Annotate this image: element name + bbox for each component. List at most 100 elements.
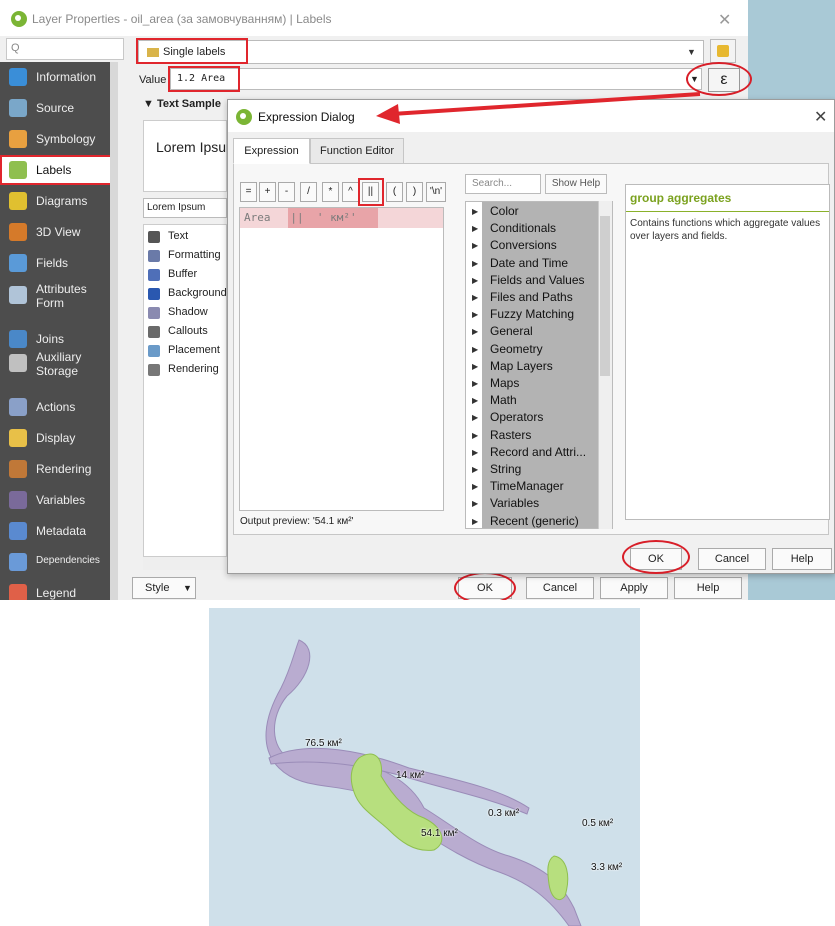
map-features	[265, 639, 582, 926]
storage-icon	[9, 354, 27, 372]
function-group-label: Fields and Values	[490, 272, 585, 287]
expand-arrow-icon[interactable]: ▶	[472, 241, 478, 250]
search-input[interactable]: Q	[6, 38, 124, 60]
horizontal-scrollbar[interactable]	[143, 556, 227, 570]
code-literal: ' км²'	[316, 211, 357, 224]
show-help-button[interactable]: Show Help	[545, 174, 607, 194]
sidebar-item-auxiliary-storage[interactable]: Auxiliary Storage	[0, 348, 118, 384]
sidebar-item-attributes-form[interactable]: Attributes Form	[0, 280, 118, 316]
expand-arrow-icon[interactable]: ▶	[472, 465, 478, 474]
variables-icon	[9, 491, 27, 509]
map-canvas[interactable]: 76.5 км² 14 км² 0.3 км² 0.5 км² 54.1 км²…	[209, 608, 640, 926]
sidebar-item-information[interactable]: Information	[0, 62, 118, 92]
expand-arrow-icon[interactable]: ▶	[472, 345, 478, 354]
expression-editor[interactable]: Area || ' км²'	[239, 207, 444, 511]
highlight-box	[136, 38, 248, 64]
sidebar-item-label: Dependencies	[36, 555, 100, 566]
arrow-head	[376, 104, 400, 124]
expand-arrow-icon[interactable]: ▶	[472, 448, 478, 457]
map-label: 0.5 км²	[582, 818, 614, 829]
cancel-button[interactable]: Cancel	[698, 548, 766, 570]
function-search-input[interactable]: Search...	[465, 174, 541, 194]
sidebar-item-symbology[interactable]: Symbology	[0, 124, 118, 154]
sidebar-item-actions[interactable]: Actions	[0, 392, 118, 422]
expand-arrow-icon[interactable]: ▶	[472, 310, 478, 319]
operator-multiply-button[interactable]: *	[322, 182, 339, 202]
symbology-icon	[9, 130, 27, 148]
diagrams-icon	[9, 192, 27, 210]
sidebar-item-label: Joins	[36, 332, 65, 346]
operator-divide-button[interactable]: /	[300, 182, 317, 202]
cube-icon	[9, 223, 27, 241]
code-operator: ||	[290, 211, 304, 224]
buffer-icon	[148, 269, 160, 281]
function-group-label: Variables	[490, 496, 540, 511]
sidebar-item-dependencies[interactable]: Dependencies	[0, 547, 118, 577]
function-group-label: Recent (generic)	[490, 513, 579, 528]
expand-arrow-icon[interactable]: ▶	[472, 517, 478, 526]
expand-arrow-icon[interactable]: ▶	[472, 362, 478, 371]
operator-newline-button[interactable]: '\n'	[426, 182, 446, 202]
operator-power-button[interactable]: ^	[342, 182, 359, 202]
expand-arrow-icon[interactable]: ▶	[472, 482, 478, 491]
sidebar-item-legend[interactable]: Legend	[0, 578, 118, 600]
text-sample-header[interactable]: ▼ Text Sample	[143, 98, 221, 110]
close-icon[interactable]: ✕	[718, 10, 731, 30]
operator-equals-button[interactable]: =	[240, 182, 257, 202]
sidebar-item-source[interactable]: Source	[0, 93, 118, 123]
sidebar-item-metadata[interactable]: Metadata	[0, 516, 118, 546]
settings-item-label: Callouts	[168, 325, 208, 337]
function-group-label: Math	[490, 393, 517, 408]
sidebar-item-fields[interactable]: Fields	[0, 248, 118, 278]
map-label: 76.5 км²	[305, 738, 342, 749]
help-divider	[626, 211, 829, 212]
expand-arrow-icon[interactable]: ▶	[472, 413, 478, 422]
style-button-label: Style	[145, 582, 170, 594]
background-icon	[148, 288, 160, 300]
window-titlebar: Layer Properties - oil_area (за замовчув…	[0, 0, 748, 36]
function-group-label: Conditionals	[490, 221, 557, 236]
operator-open-paren-button[interactable]: (	[386, 182, 403, 202]
apply-button[interactable]: Apply	[600, 577, 668, 599]
sidebar-item-rendering[interactable]: Rendering	[0, 454, 118, 484]
expand-arrow-icon[interactable]: ▶	[472, 293, 478, 302]
operator-plus-button[interactable]: +	[259, 182, 276, 202]
expand-arrow-icon[interactable]: ▶	[472, 431, 478, 440]
sidebar-item-diagrams[interactable]: Diagrams	[0, 186, 118, 216]
expand-arrow-icon[interactable]: ▶	[472, 499, 478, 508]
callouts-icon	[148, 326, 160, 338]
sidebar-item-display[interactable]: Display	[0, 423, 118, 453]
tab-expression[interactable]: Expression	[233, 138, 310, 164]
settings-item-label: Buffer	[168, 268, 198, 280]
tab-function-editor[interactable]: Function Editor	[310, 138, 404, 164]
sample-text-input[interactable]: Lorem Ipsum	[143, 198, 227, 218]
chevron-down-icon: ▼	[687, 47, 696, 57]
cancel-button[interactable]: Cancel	[526, 577, 594, 599]
style-dropdown-button[interactable]: Style ▼	[132, 577, 196, 599]
operator-close-paren-button[interactable]: )	[406, 182, 423, 202]
operator-minus-button[interactable]: -	[278, 182, 295, 202]
close-icon[interactable]: ✕	[814, 107, 827, 127]
sidebar: Information Source Symbology Labels Diagrams…	[0, 62, 118, 600]
help-button[interactable]: Help	[772, 548, 832, 570]
expand-arrow-icon[interactable]: ▶	[472, 396, 478, 405]
expand-arrow-icon[interactable]: ▶	[472, 379, 478, 388]
scrollbar-thumb[interactable]	[600, 216, 610, 376]
expand-arrow-icon[interactable]: ▶	[472, 207, 478, 216]
help-button[interactable]: Help	[674, 577, 742, 599]
text-sample-preview: Lorem Ipsum	[143, 120, 238, 192]
expand-arrow-icon[interactable]: ▶	[472, 224, 478, 233]
dialog-title: Expression Dialog	[258, 110, 355, 124]
expand-arrow-icon[interactable]: ▶	[472, 259, 478, 268]
function-search-placeholder: Search...	[472, 178, 513, 189]
sidebar-item-labels[interactable]: Labels	[0, 155, 118, 185]
sidebar-item-label: Attributes Form	[36, 282, 87, 310]
map-label: 14 км²	[396, 770, 425, 781]
style-manager-button[interactable]	[710, 39, 736, 63]
expand-arrow-icon[interactable]: ▶	[472, 276, 478, 285]
sidebar-item-variables[interactable]: Variables	[0, 485, 118, 515]
expand-arrow-icon[interactable]: ▶	[472, 327, 478, 336]
sidebar-item-3d-view[interactable]: 3D View	[0, 217, 118, 247]
sidebar-item-label: Information	[36, 70, 97, 84]
sidebar-scrollbar[interactable]	[110, 62, 118, 600]
